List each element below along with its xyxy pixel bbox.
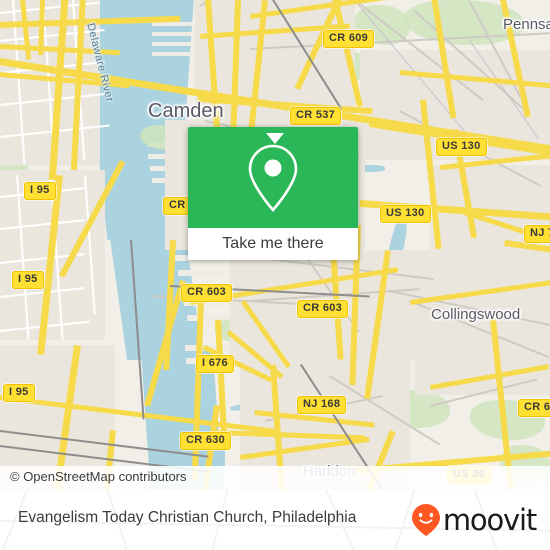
map-attribution-bar: © OpenStreetMap contributors [0, 466, 550, 490]
route-shield-cr-609[interactable]: CR 609 [323, 30, 375, 48]
popup-card-pointer [266, 133, 284, 144]
route-shield-i-95[interactable]: I 95 [24, 182, 56, 200]
route-shield-cr-537[interactable]: CR 537 [290, 107, 342, 125]
moovit-logo[interactable]: moovit [411, 502, 537, 537]
place-label-camden: Camden [148, 100, 224, 122]
take-me-there-label: Take me there [222, 235, 324, 252]
pier [178, 270, 224, 276]
route-shield-cr-603[interactable]: CR 603 [297, 300, 349, 318]
osm-attribution-text[interactable]: © OpenStreetMap contributors [10, 469, 187, 484]
location-popup-card[interactable]: Take me there [188, 127, 358, 260]
pier [152, 22, 194, 26]
route-shield-nj-70[interactable]: NJ 7 [524, 225, 550, 243]
moovit-map-screenshot: Delaware River Camden Pennsa Collingswoo… [0, 0, 550, 550]
pier [152, 32, 194, 36]
place-label-collingswood: Collingswood [431, 306, 521, 323]
route-shield-nj-168[interactable]: NJ 168 [297, 396, 347, 414]
route-shield-us-130[interactable]: US 130 [436, 138, 487, 156]
route-shield-cr-603[interactable]: CR 603 [181, 284, 233, 302]
route-shield-cr-630[interactable]: CR 630 [180, 432, 232, 450]
location-pin-icon [248, 144, 298, 212]
map-canvas[interactable]: Delaware River Camden Pennsa Collingswoo… [0, 0, 550, 490]
route-shield-i-95[interactable]: I 95 [12, 271, 44, 289]
route-shield-us-130[interactable]: US 130 [380, 205, 431, 223]
popup-card-body[interactable]: Take me there [188, 228, 358, 260]
footer-bar: Evangelism Today Christian Church, Phila… [0, 490, 550, 550]
moovit-pin-smiley-icon [411, 504, 440, 536]
moovit-wordmark: moovit [442, 502, 537, 537]
place-label-pennsauken: Pennsa [503, 16, 550, 33]
route-shield-i-676[interactable]: I 676 [196, 355, 234, 373]
route-shield-i-95[interactable]: I 95 [3, 384, 35, 402]
route-shield-cr-636[interactable]: CR 636 [518, 399, 550, 417]
pier [152, 52, 194, 56]
pier [152, 42, 194, 46]
page-title: Evangelism Today Christian Church, Phila… [18, 509, 357, 526]
